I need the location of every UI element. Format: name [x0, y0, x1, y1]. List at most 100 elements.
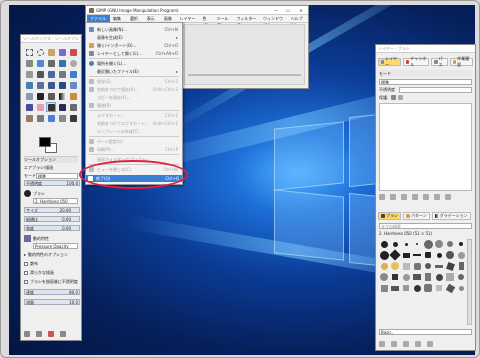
lock-alpha-icon[interactable]: [398, 95, 404, 100]
menu-filters[interactable]: フィルター(R): [233, 15, 260, 28]
menu-windows[interactable]: ウィンドウ(W): [260, 15, 288, 28]
brush-item[interactable]: [401, 261, 411, 271]
delete-brush-icon[interactable]: [415, 341, 421, 347]
brush-item[interactable]: [401, 272, 411, 282]
brush-value-row[interactable]: 2. Hardness 050: [24, 197, 78, 204]
tool-crop-icon[interactable]: [57, 69, 67, 79]
brush-item[interactable]: [379, 283, 389, 293]
brush-item[interactable]: [412, 239, 422, 249]
brush-item[interactable]: [456, 239, 466, 249]
anchor-layer-icon[interactable]: [423, 194, 429, 200]
file-menu-item[interactable]: 復帰(R): [87, 102, 181, 109]
jitter-row[interactable]: 散布: [24, 260, 78, 267]
brush-item[interactable]: [423, 239, 433, 249]
save-options-icon[interactable]: [24, 331, 30, 337]
tool-move-icon[interactable]: [35, 69, 45, 79]
brush-bottom-filter-row[interactable]: Basic,: [379, 328, 472, 335]
dynamics-value-row[interactable]: Pressure Opacity: [24, 242, 78, 249]
mode-row[interactable]: モード 標準: [24, 172, 78, 179]
tool-shear-icon[interactable]: [35, 80, 45, 90]
tool-bucket-fill-icon[interactable]: [46, 91, 56, 101]
file-menu-item[interactable]: 開く/インポート(O)... Ctrl+O: [87, 42, 181, 49]
file-menu-item[interactable]: 最近開いたファイル(E) ▸: [87, 68, 181, 75]
dynamics-value[interactable]: Pressure Opacity: [33, 242, 78, 249]
brush-item[interactable]: [434, 283, 444, 293]
menu-file[interactable]: ファイル(F): [87, 15, 111, 28]
tab-channels[interactable]: チャンネル: [403, 56, 430, 67]
tool-fuzzy-select-icon[interactable]: [57, 47, 67, 57]
reset-options-icon[interactable]: [60, 331, 66, 337]
brush-item[interactable]: [389, 249, 401, 261]
maximize-button[interactable]: ☐: [282, 8, 294, 13]
file-menu-item[interactable]: 印刷(P)... Ctrl+P: [87, 146, 181, 153]
tool-rotate-icon[interactable]: [68, 69, 78, 79]
tool-text-icon[interactable]: [35, 91, 45, 101]
tool-scale-icon[interactable]: [24, 80, 34, 90]
file-menu-item[interactable]: 名前をつけて保存(A)... Shift+Ctrl+S: [87, 86, 181, 93]
brush-item[interactable]: [412, 250, 422, 260]
duplicate-brush-icon[interactable]: [403, 341, 409, 347]
brush-value[interactable]: 2. Hardness 050: [33, 197, 78, 204]
tool-color-picker-icon[interactable]: [57, 58, 67, 68]
file-menu-item[interactable]: ページ設定(U): [87, 138, 181, 145]
layer-mode-select[interactable]: 標準: [379, 78, 472, 85]
layer-mode-row[interactable]: モード: [379, 70, 472, 77]
mode-select[interactable]: 標準: [36, 172, 78, 179]
file-menu-item[interactable]: コピーを保存(Y)...: [87, 94, 181, 101]
menu-colors[interactable]: 色(C): [200, 15, 214, 28]
file-menu-item[interactable]: 画像を生成(E) ▸: [87, 34, 181, 41]
tool-blur-icon[interactable]: [46, 113, 56, 123]
dynamics-options-row[interactable]: ▸ 動的特性のオプション: [24, 251, 78, 258]
brush-item[interactable]: [434, 239, 444, 249]
brush-item[interactable]: [379, 239, 389, 249]
brush-item[interactable]: [445, 272, 455, 282]
jitter-checkbox[interactable]: [24, 261, 28, 266]
opacity-slider[interactable]: 不透明度 100.0: [24, 180, 80, 186]
brush-filter-input[interactable]: タグの検索: [379, 222, 472, 229]
brush-item[interactable]: [445, 239, 455, 249]
tool-paths-icon[interactable]: [46, 58, 56, 68]
tool-ink-icon[interactable]: [57, 102, 67, 112]
incremental-row[interactable]: ブラシを描画後に不透明度: [24, 278, 78, 285]
edit-brush-icon[interactable]: [379, 341, 385, 347]
canvas-scrollbar[interactable]: [188, 74, 301, 76]
layer-opacity-slider[interactable]: [399, 86, 472, 93]
lock-pixels-icon[interactable]: [391, 95, 397, 100]
tool-flip-icon[interactable]: [57, 80, 67, 90]
close-button[interactable]: ✕: [294, 8, 308, 13]
brush-item[interactable]: [423, 272, 433, 282]
brush-item[interactable]: [445, 283, 455, 293]
menu-select[interactable]: 選択(S): [127, 15, 144, 28]
tool-scissors-icon[interactable]: [24, 58, 34, 68]
tab-patterns[interactable]: パターン: [402, 211, 430, 220]
new-layer-icon[interactable]: [379, 194, 385, 200]
brush-item[interactable]: [390, 283, 400, 293]
file-menu-item[interactable]: 名前をつけてエクスポート... Shift+Ctrl+E: [87, 120, 181, 127]
brush-item[interactable]: [423, 250, 433, 260]
brush-item[interactable]: [412, 272, 422, 282]
brush-item[interactable]: [445, 250, 455, 260]
refresh-brush-icon[interactable]: [427, 341, 433, 347]
brush-item[interactable]: [434, 261, 444, 271]
file-menu-item[interactable]: テンプレートの作成(T)...: [87, 128, 181, 135]
raise-layer-icon[interactable]: [390, 194, 396, 200]
brush-item[interactable]: [456, 250, 466, 260]
smooth-checkbox[interactable]: [24, 270, 28, 275]
brush-item[interactable]: [456, 261, 466, 271]
file-menu-item[interactable]: 新しい画像(N)... Ctrl+N: [87, 26, 181, 33]
brush-item[interactable]: [401, 283, 411, 293]
tool-eraser-icon[interactable]: [35, 102, 45, 112]
brush-item[interactable]: [379, 250, 389, 260]
menu-image[interactable]: 画像(I): [161, 15, 177, 28]
file-menu-item[interactable]: 保存(S) Ctrl+S: [87, 78, 181, 85]
duplicate-layer-icon[interactable]: [412, 194, 418, 200]
brush-bottom-filter[interactable]: Basic,: [379, 328, 472, 335]
layer-opacity-row[interactable]: 不透明度: [379, 86, 472, 93]
tab-brushes[interactable]: ブラシ: [378, 211, 401, 220]
tab-gradients[interactable]: グラデーション: [431, 211, 471, 220]
brush-item[interactable]: [401, 250, 411, 260]
file-menu-item[interactable]: 場所を開く(L)...: [87, 60, 181, 67]
brush-row[interactable]: ブラシ: [24, 190, 78, 197]
brush-item[interactable]: [434, 250, 444, 260]
menu-edit[interactable]: 編集(E): [110, 15, 127, 28]
